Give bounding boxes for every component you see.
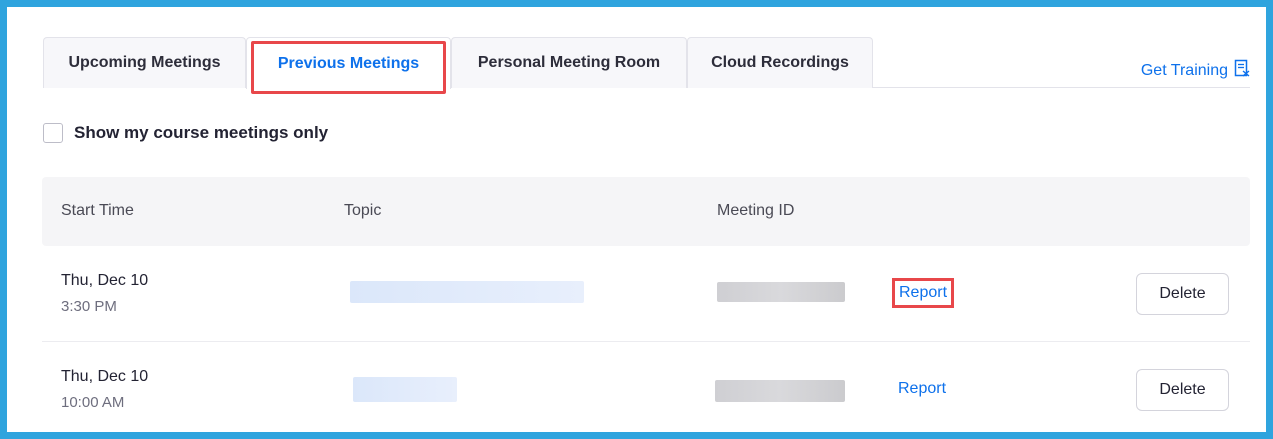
- tab-upcoming-meetings[interactable]: Upcoming Meetings: [43, 37, 246, 88]
- report-link[interactable]: Report: [898, 380, 946, 398]
- table-header: Start Time Topic Meeting ID: [42, 177, 1250, 246]
- meeting-date: Thu, Dec 10: [61, 368, 149, 385]
- highlight-box: [251, 41, 446, 94]
- meetings-table: Start Time Topic Meeting ID Thu, Dec 10 …: [42, 177, 1250, 438]
- redacted-topic: [350, 281, 584, 303]
- get-training-link[interactable]: Get Training: [1141, 59, 1250, 82]
- course-meetings-label[interactable]: Show my course meetings only: [74, 123, 328, 143]
- screenshot-frame: Upcoming Meetings Previous Meetings Pers…: [0, 0, 1273, 439]
- meeting-time: 3:30 PM: [61, 298, 117, 315]
- tab-previous-meetings[interactable]: Previous Meetings: [246, 37, 451, 94]
- table-row: Thu, Dec 10 10:00 AM Report Delete: [42, 342, 1250, 438]
- meeting-time: 10:00 AM: [61, 394, 125, 411]
- header-topic: Topic: [344, 202, 382, 219]
- course-meetings-checkbox[interactable]: [43, 123, 63, 143]
- book-icon: [1234, 59, 1250, 82]
- meetings-panel: Upcoming Meetings Previous Meetings Pers…: [38, 29, 1250, 429]
- tab-label: Personal Meeting Room: [477, 54, 661, 71]
- table-row: Thu, Dec 10 3:30 PM Report Delete: [42, 246, 1250, 342]
- header-meeting-id: Meeting ID: [717, 202, 795, 219]
- tab-cloud-recordings[interactable]: Cloud Recordings: [687, 37, 873, 88]
- header-start-time: Start Time: [61, 202, 134, 219]
- get-training-label: Get Training: [1140, 61, 1228, 79]
- tab-label: Cloud Recordings: [711, 54, 849, 71]
- redacted-meeting-id: [717, 282, 845, 302]
- report-link[interactable]: Report: [891, 278, 955, 308]
- tab-personal-meeting-room[interactable]: Personal Meeting Room: [451, 37, 687, 88]
- meeting-tabs: Upcoming Meetings Previous Meetings Pers…: [43, 37, 1250, 94]
- delete-button[interactable]: Delete: [1136, 369, 1229, 411]
- course-meetings-filter: Show my course meetings only: [43, 123, 328, 143]
- delete-button[interactable]: Delete: [1136, 273, 1229, 315]
- redacted-meeting-id: [715, 380, 845, 402]
- meeting-date: Thu, Dec 10: [61, 272, 149, 289]
- redacted-topic: [353, 377, 457, 402]
- tab-label: Upcoming Meetings: [68, 54, 221, 71]
